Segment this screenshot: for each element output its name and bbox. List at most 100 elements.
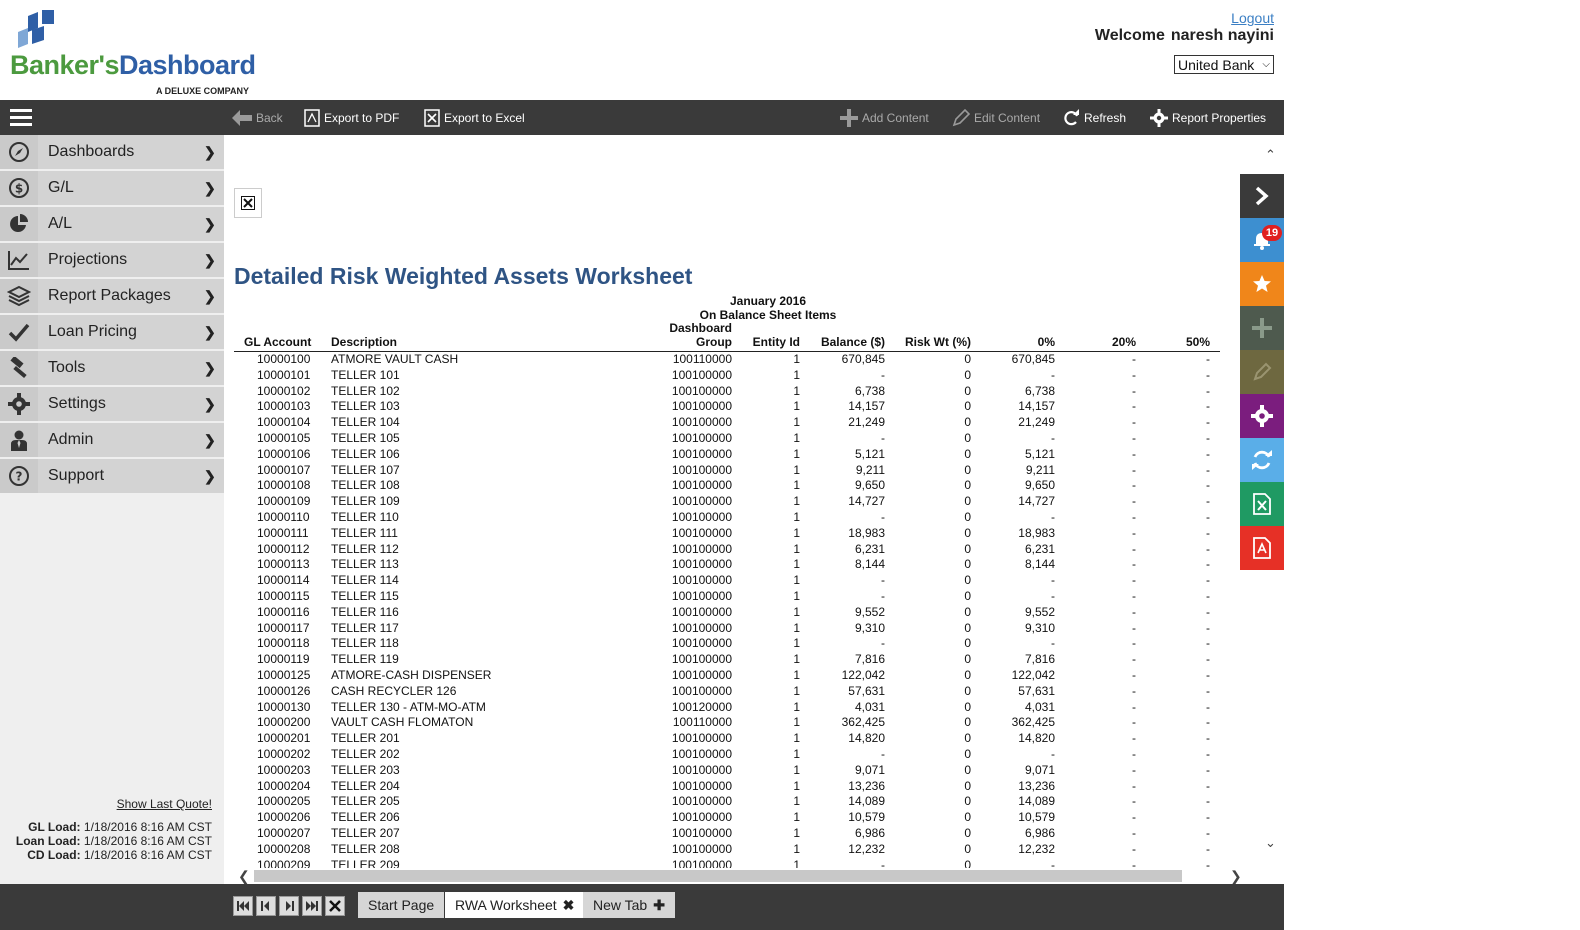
previous-tab-button[interactable] — [256, 896, 276, 916]
dashboard-group-cell: 100100000 — [671, 430, 732, 445]
col-description: Description — [331, 335, 398, 349]
edit-content-button[interactable]: Edit Content — [952, 100, 1040, 135]
tab-rwa-worksheet[interactable]: RWA Worksheet ✖ — [445, 892, 585, 918]
pct50-cell: - — [1206, 415, 1210, 430]
balance-cell: 21,249 — [848, 415, 885, 430]
pct0-cell: 122,042 — [1011, 667, 1055, 682]
next-tab-button[interactable] — [279, 896, 299, 916]
sidebar-item-al[interactable]: A/L ❯ — [0, 207, 224, 243]
app-window: Banker'sDashboard A DELUXE COMPANY Logou… — [0, 0, 1284, 930]
description-cell: TELLER 101 — [331, 367, 400, 382]
close-tab-icon[interactable]: ✖ — [563, 897, 575, 914]
refresh-button[interactable]: Refresh — [1062, 100, 1126, 135]
report-section: On Balance Sheet Items — [699, 308, 837, 322]
risk-wt-cell: 0 — [964, 462, 971, 477]
bank-select[interactable]: United Bank ⌵ — [1174, 55, 1274, 74]
pencil-icon — [952, 108, 970, 126]
rail-refresh-button[interactable] — [1240, 438, 1284, 482]
tab-start-page[interactable]: Start Page — [358, 892, 445, 918]
gl-account-cell: 10000108 — [257, 478, 311, 493]
dashboard-group-cell: 100100000 — [671, 557, 732, 572]
scroll-right-icon[interactable]: ❯ — [1230, 868, 1242, 885]
rail-edit-button[interactable] — [1240, 350, 1284, 394]
entity-id-cell: 1 — [793, 509, 800, 524]
table-row: 10000109 TELLER 109 100100000 1 14,727 0 14,72… — [234, 494, 1220, 510]
risk-wt-cell: 0 — [964, 541, 971, 556]
sidebar-item-admin[interactable]: Admin ❯ — [0, 423, 224, 459]
sidebar-item-report-packages[interactable]: Report Packages ❯ — [0, 279, 224, 315]
pct0-cell: 7,816 — [1024, 652, 1055, 667]
pencil-icon — [1253, 362, 1272, 381]
entity-id-cell: 1 — [793, 367, 800, 382]
table-row: 10000201 TELLER 201 100100000 1 14,820 0 14,82… — [234, 731, 1220, 747]
scroll-up-icon[interactable]: ⌃ — [1265, 147, 1276, 163]
rail-add-button[interactable] — [1240, 306, 1284, 350]
rail-excel-button[interactable] — [1240, 482, 1284, 526]
table-row: 10000107 TELLER 107 100100000 1 9,211 0 9,211 -… — [234, 463, 1220, 479]
pdf-icon — [304, 108, 320, 127]
scroll-left-icon[interactable]: ❮ — [238, 868, 250, 885]
logo[interactable]: Banker'sDashboard A DELUXE COMPANY — [10, 10, 270, 96]
horizontal-scrollbar[interactable]: ❮ ❯ — [224, 868, 1260, 884]
risk-wt-cell: 0 — [964, 383, 971, 398]
pct0-cell: - — [1051, 636, 1055, 651]
rail-expand-button[interactable] — [1240, 174, 1284, 218]
pct0-cell: 10,579 — [1018, 810, 1055, 825]
tab-new-tab[interactable]: New Tab ✚ — [583, 892, 675, 918]
sidebar-item-settings[interactable]: Settings ❯ — [0, 387, 224, 423]
sidebar-item-gl[interactable]: $ G/L ❯ — [0, 171, 224, 207]
balance-cell: 8,144 — [854, 557, 885, 572]
table-row: 10000101 TELLER 101 100100000 1 - 0 - - - — [234, 368, 1220, 384]
pct50-cell: - — [1206, 778, 1210, 793]
sidebar-item-dashboards[interactable]: Dashboards ❯ — [0, 135, 224, 171]
scroll-thumb[interactable] — [254, 870, 1182, 882]
refresh-icon — [1064, 108, 1079, 125]
sidebar-item-loan-pricing[interactable]: Loan Pricing ❯ — [0, 315, 224, 351]
add-tab-icon[interactable]: ✚ — [653, 897, 665, 914]
description-cell: TELLER 104 — [331, 415, 400, 430]
pct0-cell: 21,249 — [1018, 415, 1055, 430]
pct20-cell: - — [1132, 620, 1136, 635]
gear-icon — [1251, 405, 1273, 427]
refresh-icon — [1252, 450, 1272, 470]
sidebar-item-tools[interactable]: Tools ❯ — [0, 351, 224, 387]
rail-settings-button[interactable] — [1240, 394, 1284, 438]
rail-pdf-button[interactable] — [1240, 526, 1284, 570]
balance-cell: - — [881, 746, 885, 761]
last-tab-button[interactable] — [302, 896, 322, 916]
sidebar-item-projections[interactable]: Projections ❯ — [0, 243, 224, 279]
show-last-quote-link[interactable]: Show Last Quote! — [117, 797, 212, 811]
description-cell: TELLER 208 — [331, 841, 400, 856]
report-properties-button[interactable]: Report Properties — [1150, 100, 1266, 135]
excel-export-icon[interactable] — [234, 188, 262, 218]
pct0-cell: 12,232 — [1018, 841, 1055, 856]
close-icon — [329, 900, 341, 912]
export-excel-button[interactable]: Export to Excel — [424, 100, 525, 135]
rail-favorites-button[interactable] — [1240, 262, 1284, 306]
menu-icon[interactable] — [10, 109, 32, 126]
gl-account-cell: 10000202 — [257, 746, 311, 761]
close-all-tabs-button[interactable] — [325, 896, 345, 916]
description-cell: TELLER 118 — [331, 636, 399, 651]
pct0-cell: - — [1051, 588, 1055, 603]
col-dashboard-group: Dashboard Group — [669, 321, 732, 349]
balance-cell: 9,310 — [854, 620, 885, 635]
risk-wt-cell: 0 — [964, 620, 971, 635]
add-content-button[interactable]: Add Content — [840, 100, 929, 135]
dashboard-group-cell: 100100000 — [671, 746, 732, 761]
pct0-cell: 14,089 — [1018, 794, 1055, 809]
risk-wt-cell: 0 — [964, 446, 971, 461]
pct0-cell: 670,845 — [1011, 352, 1055, 366]
description-cell: TELLER 204 — [331, 778, 400, 793]
sidebar-item-support[interactable]: ? Support ❯ — [0, 459, 224, 495]
scroll-down-icon[interactable]: ⌄ — [1265, 835, 1276, 851]
logout-link[interactable]: Logout — [1231, 10, 1274, 26]
dashboard-group-cell: 100100000 — [671, 415, 732, 430]
pct50-cell: - — [1206, 762, 1210, 777]
gl-account-cell: 10000110 — [257, 509, 310, 524]
first-tab-button[interactable] — [233, 896, 253, 916]
pct20-cell: - — [1132, 825, 1136, 840]
back-button[interactable]: Back — [232, 100, 283, 135]
export-pdf-button[interactable]: Export to PDF — [304, 100, 399, 135]
gl-account-cell: 10000125 — [257, 667, 311, 682]
